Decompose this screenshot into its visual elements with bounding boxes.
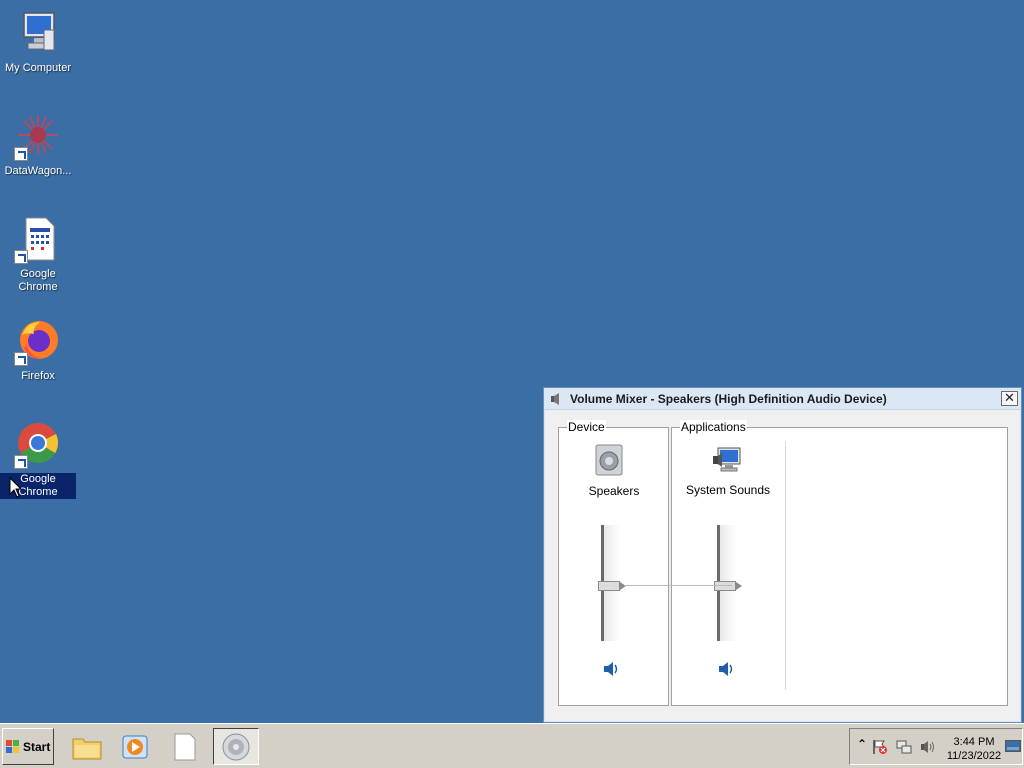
device-volume-thumb[interactable] (598, 581, 626, 591)
blank-document-icon (174, 733, 196, 760)
title-bar[interactable]: Volume Mixer - Speakers (High Definition… (544, 388, 1021, 410)
tray-clock[interactable]: 3:44 PM 11/23/2022 (944, 735, 1004, 763)
device-channel-name: Speakers (588, 484, 640, 498)
window-title: Volume Mixer - Speakers (High Definition… (570, 391, 887, 406)
taskbar-media-player-button[interactable] (113, 728, 159, 765)
desktop-icon-label: Firefox (21, 370, 55, 382)
show-hidden-icons-button[interactable]: ⌃ (854, 737, 870, 753)
shortcut-arrow-icon (14, 250, 28, 264)
start-button[interactable]: Start (2, 728, 54, 765)
shortcut-arrow-icon (14, 147, 28, 161)
speakers-icon[interactable] (594, 444, 624, 476)
applications-group-label: Applications (680, 420, 747, 434)
desktop-icon-label: Google Chrome (18, 268, 58, 293)
device-group-label: Device (567, 420, 606, 434)
level-link-line (624, 585, 732, 586)
system-sounds-volume-thumb[interactable] (714, 581, 742, 591)
chrome-icon (14, 421, 62, 469)
desktop-icon-firefox[interactable]: Firefox (0, 318, 76, 383)
system-tray: ⌃ 3:44 PM 11/23/2022 (849, 728, 1023, 765)
speaker-icon (551, 392, 559, 405)
clock-date: 11/23/2022 (946, 750, 1002, 762)
channel-divider (785, 442, 786, 690)
device-group: Device Speakers (558, 420, 669, 706)
applications-group: Applications System Sounds (671, 420, 1008, 706)
mouse-cursor-icon (9, 477, 23, 498)
show-desktop-button[interactable] (1005, 740, 1021, 754)
volume-mixer-window: Volume Mixer - Speakers (High Definition… (543, 387, 1022, 723)
windows-logo-icon (6, 739, 19, 753)
speaker-icon (222, 733, 250, 760)
datawagon-icon (14, 113, 62, 161)
clock-time: 3:44 PM (953, 736, 995, 748)
app-channel-name: System Sounds (685, 483, 771, 497)
device-mute-button[interactable] (602, 660, 622, 678)
desktop-icon-google-chrome-file[interactable]: Google Chrome (0, 216, 76, 294)
desktop-icon-datawagon[interactable]: DataWagon... (0, 113, 76, 178)
desktop-icon-my-computer[interactable]: My Computer (0, 10, 76, 75)
volume-icon[interactable] (920, 739, 936, 755)
close-button[interactable]: ✕ (1001, 391, 1018, 406)
taskbar-notepad-button[interactable] (162, 728, 208, 765)
system-sounds-icon[interactable] (712, 446, 744, 476)
media-player-icon (122, 735, 148, 758)
taskbar: Start ⌃ 3:44 PM 11/23/2022 (0, 723, 1024, 768)
shortcut-arrow-icon (14, 455, 28, 469)
action-center-flag-icon[interactable] (872, 739, 888, 755)
network-icon[interactable] (896, 739, 912, 755)
html-file-icon (14, 216, 62, 264)
start-label: Start (23, 739, 51, 754)
desktop-icon-label: My Computer (4, 62, 72, 74)
taskbar-volume-mixer-button[interactable] (213, 728, 259, 765)
my-computer-icon (14, 10, 62, 58)
shortcut-arrow-icon (14, 352, 28, 366)
folder-icon (72, 738, 102, 759)
firefox-icon (14, 318, 62, 366)
desktop-icon-label: DataWagon... (4, 165, 72, 177)
taskbar-explorer-button[interactable] (64, 728, 110, 765)
system-sounds-mute-button[interactable] (717, 660, 737, 678)
